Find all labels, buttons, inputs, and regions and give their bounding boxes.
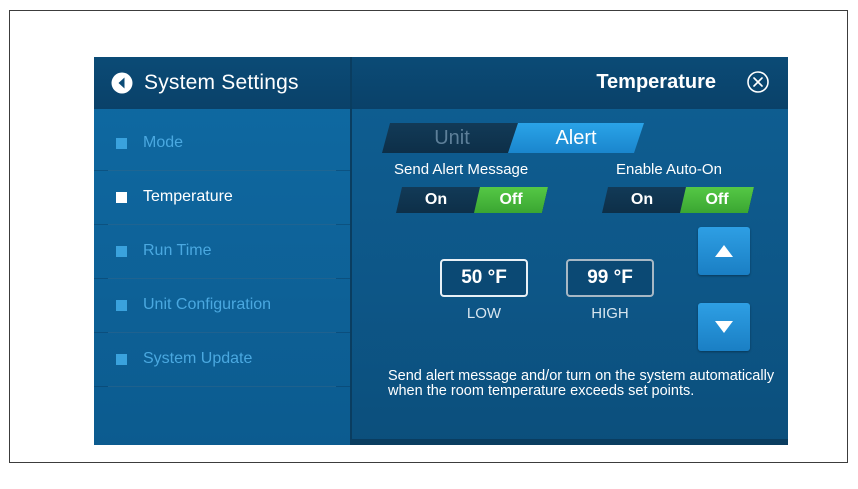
bottom-bar	[352, 439, 788, 445]
tab-unit[interactable]: Unit	[382, 123, 522, 153]
main-header: Temperature	[352, 57, 788, 109]
sidebar-item-mode[interactable]: Mode	[94, 116, 350, 171]
send-alert-toggle[interactable]: On Off	[396, 187, 548, 213]
triangle-down-icon	[715, 321, 733, 333]
tab-bar: Unit Alert	[382, 123, 644, 153]
auto-on-label: Enable Auto-On	[616, 161, 722, 178]
auto-on-on-option[interactable]: On	[602, 187, 682, 213]
sidebar-item-unit-configuration[interactable]: Unit Configuration	[94, 278, 350, 333]
sidebar-item-label: Run Time	[143, 242, 212, 259]
sidebar-item-system-update[interactable]: System Update	[94, 332, 350, 387]
page-title: Temperature	[596, 71, 716, 93]
bullet-square-icon	[116, 191, 127, 203]
send-alert-label: Send Alert Message	[394, 161, 529, 178]
thermostat-screen: System Settings Mode Temperature Run Tim…	[94, 57, 788, 445]
triangle-up-icon	[715, 245, 733, 257]
increase-button[interactable]	[698, 227, 750, 275]
sidebar-item-label: Temperature	[143, 188, 233, 205]
sidebar-title: System Settings	[144, 71, 299, 94]
bullet-square-icon	[116, 353, 127, 365]
auto-on-toggle[interactable]: On Off	[602, 187, 754, 213]
bullet-square-icon	[116, 137, 127, 149]
sidebar: System Settings Mode Temperature Run Tim…	[94, 57, 352, 445]
sidebar-item-run-time[interactable]: Run Time	[94, 224, 350, 279]
tab-alert[interactable]: Alert	[508, 123, 644, 153]
bullet-square-icon	[116, 299, 127, 311]
low-setpoint-display[interactable]: 50 °F	[440, 259, 528, 297]
sidebar-item-label: System Update	[143, 350, 253, 367]
low-label: LOW	[466, 305, 502, 322]
main-panel: Unit Alert Send Alert Message On Off Ena…	[352, 109, 788, 445]
auto-on-off-option[interactable]: Off	[680, 187, 754, 213]
back-arrow-circle-icon[interactable]	[110, 71, 134, 95]
sidebar-item-label: Unit Configuration	[143, 296, 272, 313]
close-circle-icon[interactable]	[746, 70, 770, 94]
sidebar-header: System Settings	[94, 57, 350, 109]
decrease-button[interactable]	[698, 303, 750, 351]
high-setpoint-display[interactable]: 99 °F	[566, 259, 654, 297]
sidebar-item-label: Mode	[143, 134, 184, 151]
send-alert-on-option[interactable]: On	[396, 187, 476, 213]
send-alert-off-option[interactable]: Off	[474, 187, 548, 213]
bullet-square-icon	[116, 245, 127, 257]
high-label: HIGH	[591, 305, 629, 322]
description-text: Send alert message and/or turn on the sy…	[388, 368, 775, 399]
sidebar-item-temperature[interactable]: Temperature	[94, 170, 350, 225]
